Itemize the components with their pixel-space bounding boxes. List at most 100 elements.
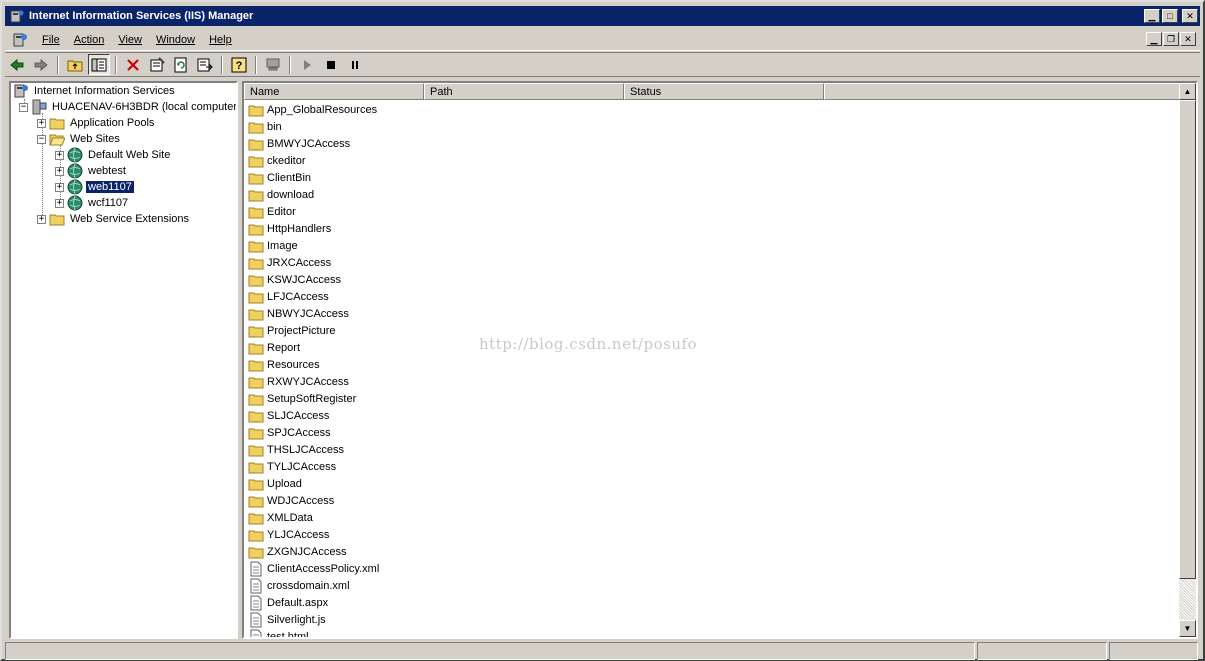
list-item-folder[interactable]: ZXGNJCAccess xyxy=(248,543,346,560)
list-item-folder[interactable]: HttpHandlers xyxy=(248,220,331,237)
tree-computer-node[interactable]: − HUACENAV-6H3BDR (local computer) xyxy=(19,99,236,115)
column-header-path[interactable]: Path xyxy=(424,83,624,100)
status-cell xyxy=(977,642,1107,660)
tree-root[interactable]: Internet Information Services xyxy=(13,83,177,99)
list-item-folder[interactable]: App_GlobalResources xyxy=(248,101,377,118)
list-item-folder[interactable]: KSWJCAccess xyxy=(248,271,341,288)
child-minimize-button[interactable]: ▁ xyxy=(1146,32,1162,46)
back-button[interactable] xyxy=(6,54,28,75)
tree-web-sites-node[interactable]: − Web Sites xyxy=(37,131,122,147)
folder-icon xyxy=(248,289,264,305)
list-item-folder[interactable]: SLJCAccess xyxy=(248,407,329,424)
list-item-label: ZXGNJCAccess xyxy=(267,545,347,558)
delete-button[interactable] xyxy=(122,54,144,75)
list-item-folder[interactable]: bin xyxy=(248,118,282,135)
title-bar[interactable]: Internet Information Services (IIS) Mana… xyxy=(5,6,1200,26)
show-hide-tree-button[interactable] xyxy=(88,54,110,75)
pause-button[interactable] xyxy=(344,54,366,75)
list-item-folder[interactable]: Upload xyxy=(248,475,302,492)
list-item-file[interactable]: Default.aspx xyxy=(248,594,328,611)
expand-toggle[interactable]: + xyxy=(55,182,64,192)
expand-toggle[interactable]: + xyxy=(55,166,64,176)
folder-icon xyxy=(248,272,264,288)
list-item-label: NBWYJCAccess xyxy=(267,307,349,320)
tree-app-pools-node[interactable]: + Application Pools xyxy=(37,115,156,131)
close-button[interactable]: ✕ xyxy=(1182,9,1198,23)
properties-button[interactable] xyxy=(146,54,168,75)
menu-file[interactable]: File xyxy=(35,34,67,46)
list-item-folder[interactable]: THSLJCAccess xyxy=(248,441,344,458)
list-item-file[interactable]: test.html xyxy=(248,628,309,637)
menu-view[interactable]: View xyxy=(111,34,149,46)
scroll-thumb[interactable] xyxy=(1179,100,1196,579)
tree-site-node[interactable]: + wcf1107 xyxy=(55,195,130,211)
collapse-toggle[interactable]: − xyxy=(19,102,28,112)
list-item-folder[interactable]: Resources xyxy=(248,356,320,373)
list-item-folder[interactable]: XMLData xyxy=(248,509,313,526)
list-item-folder[interactable]: SPJCAccess xyxy=(248,424,331,441)
details-list[interactable]: Name Path Status App_GlobalResourcesbin B… xyxy=(242,81,1198,639)
scroll-down-button[interactable]: ▼ xyxy=(1179,620,1196,637)
list-item-folder[interactable]: WDJCAccess xyxy=(248,492,334,509)
folder-icon xyxy=(248,459,264,475)
list-item-folder[interactable]: ProjectPicture xyxy=(248,322,335,339)
menu-window-label: Window xyxy=(155,33,196,46)
tree-extensions-node[interactable]: + Web Service Extensions xyxy=(37,211,191,227)
list-item-label: THSLJCAccess xyxy=(267,443,345,456)
list-item-file[interactable]: ClientAccessPolicy.xml xyxy=(248,560,379,577)
tree-site-node[interactable]: + Default Web Site xyxy=(55,147,172,163)
list-item-folder[interactable]: LFJCAccess xyxy=(248,288,329,305)
expand-toggle[interactable]: + xyxy=(37,118,46,128)
up-one-level-button[interactable] xyxy=(64,54,86,75)
stop-button[interactable] xyxy=(320,54,342,75)
list-item-folder[interactable]: NBWYJCAccess xyxy=(248,305,349,322)
list-item-folder[interactable]: ckeditor xyxy=(248,152,306,169)
column-header-status[interactable]: Status xyxy=(624,83,824,100)
vertical-scrollbar[interactable]: ▲ ▼ xyxy=(1179,83,1196,637)
folder-icon xyxy=(248,374,264,390)
toolbar-separator xyxy=(221,55,223,74)
export-list-button[interactable] xyxy=(194,54,216,75)
list-item-folder[interactable]: Editor xyxy=(248,203,296,220)
list-item-folder[interactable]: ClientBin xyxy=(248,169,311,186)
list-item-folder[interactable]: download xyxy=(248,186,314,203)
properties-icon xyxy=(150,56,165,71)
refresh-button[interactable] xyxy=(170,54,192,75)
file-icon xyxy=(248,629,264,637)
list-item-folder[interactable]: JRXCAccess xyxy=(248,254,331,271)
list-item-folder[interactable]: Report xyxy=(248,339,300,356)
minimize-button[interactable]: ▁ xyxy=(1144,9,1160,23)
column-header-name[interactable]: Name xyxy=(244,83,424,100)
connect-button[interactable] xyxy=(262,54,284,75)
help-button[interactable]: ? xyxy=(228,54,250,75)
menu-help[interactable]: Help xyxy=(202,34,239,46)
list-item-folder[interactable]: BMWYJCAccess xyxy=(248,135,350,152)
start-button[interactable] xyxy=(296,54,318,75)
list-item-folder[interactable]: TYLJCAccess xyxy=(248,458,336,475)
list-item-folder[interactable]: SetupSoftRegister xyxy=(248,390,356,407)
list-item-folder[interactable]: YLJCAccess xyxy=(248,526,329,543)
expand-toggle[interactable]: + xyxy=(37,214,46,224)
mmc-system-menu-icon[interactable] xyxy=(11,31,29,49)
list-item-file[interactable]: Silverlight.js xyxy=(248,611,326,628)
list-item-label: bin xyxy=(267,120,282,133)
collapse-toggle[interactable]: − xyxy=(37,134,46,144)
scroll-up-button[interactable]: ▲ xyxy=(1179,83,1196,100)
expand-toggle[interactable]: + xyxy=(55,150,64,160)
maximize-button[interactable]: □ xyxy=(1162,9,1178,23)
menu-action[interactable]: Action xyxy=(67,34,112,46)
tree-site-node[interactable]: + webtest xyxy=(55,163,128,179)
child-close-button[interactable]: ✕ xyxy=(1180,32,1196,46)
list-item-label: crossdomain.xml xyxy=(267,579,350,592)
computer-icon xyxy=(31,99,47,115)
list-item-folder[interactable]: RXWYJCAccess xyxy=(248,373,349,390)
menu-window[interactable]: Window xyxy=(149,34,202,46)
list-item-file[interactable]: crossdomain.xml xyxy=(248,577,350,594)
expand-toggle[interactable]: + xyxy=(55,198,64,208)
list-item-folder[interactable]: Image xyxy=(248,237,298,254)
forward-button[interactable] xyxy=(30,54,52,75)
folder-icon xyxy=(248,527,264,543)
console-tree[interactable]: Internet Information Services − HUACENAV… xyxy=(9,81,238,639)
tree-site-node-selected[interactable]: + web1107 xyxy=(55,179,135,195)
child-restore-button[interactable]: ❐ xyxy=(1163,32,1179,46)
